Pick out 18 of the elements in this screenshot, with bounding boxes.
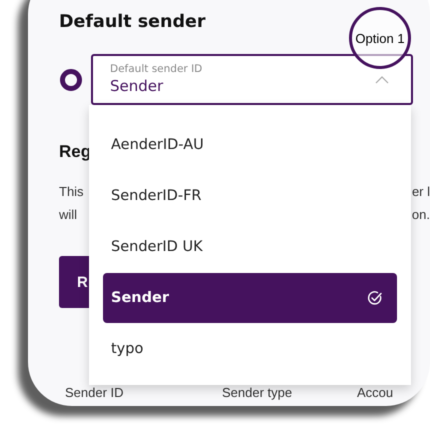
check-circle-icon	[367, 290, 383, 306]
paragraph-text: er l	[412, 183, 430, 201]
dropdown-option[interactable]: SenderID UK	[103, 222, 397, 272]
annotation-label: Option 1	[349, 7, 411, 69]
sender-id-select[interactable]: Default sender ID Sender	[91, 54, 413, 105]
radio-button[interactable]	[60, 68, 82, 90]
column-header: Sender ID	[65, 384, 125, 402]
chevron-icon	[375, 76, 389, 84]
dropdown-option[interactable]: Sender	[103, 273, 397, 323]
column-header: Sender type	[222, 384, 294, 402]
paragraph-text: This	[59, 183, 84, 201]
paragraph-text: on.	[412, 206, 430, 224]
paragraph-text: will	[59, 206, 78, 224]
dropdown-option[interactable]: SenderID-FR	[103, 171, 397, 221]
column-header: Accou	[357, 384, 394, 402]
section-title: Default sender	[59, 11, 207, 34]
dropdown-option[interactable]: typo	[103, 324, 397, 374]
dropdown-option[interactable]: AenderID-AU	[103, 120, 397, 170]
